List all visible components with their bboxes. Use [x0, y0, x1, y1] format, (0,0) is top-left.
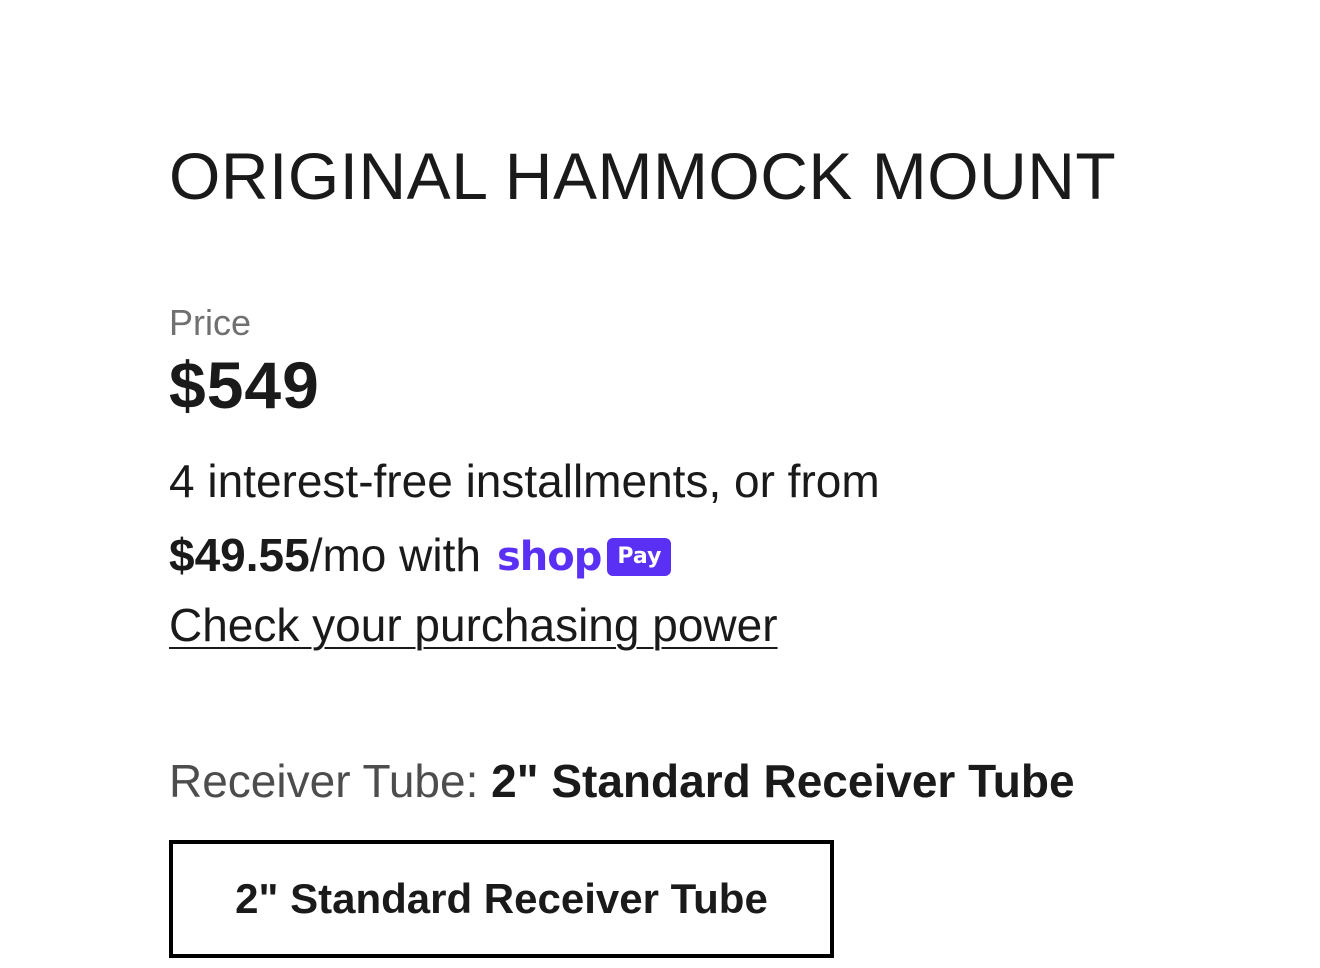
check-purchasing-power-link[interactable]: Check your purchasing power [169, 596, 778, 654]
variant-selected-value: 2" Standard Receiver Tube [491, 755, 1075, 807]
variant-selector-label: Receiver Tube: 2" Standard Receiver Tube [169, 752, 1075, 810]
variant-label: Receiver Tube: [169, 755, 492, 807]
product-info: ORIGINAL HAMMOCK MOUNT Price $549 4 inte… [169, 0, 1169, 968]
monthly-amount: $49.55 [169, 529, 310, 581]
shoppay-installment-line: $49.55 /mo with shop Pay [169, 526, 672, 584]
monthly-suffix: /mo with [309, 529, 481, 581]
variant-option-button[interactable]: 2" Standard Receiver Tube [169, 840, 834, 958]
product-price: $549 [169, 348, 320, 422]
shop-pay-logo-word: shop [496, 534, 602, 580]
price-label: Price [169, 302, 252, 343]
product-title: ORIGINAL HAMMOCK MOUNT [169, 139, 1117, 213]
shop-pay-logo-badge: Pay [607, 538, 672, 576]
installments-text: 4 interest-free installments, or from [169, 455, 880, 507]
shop-pay-logo: shop Pay [496, 534, 672, 580]
